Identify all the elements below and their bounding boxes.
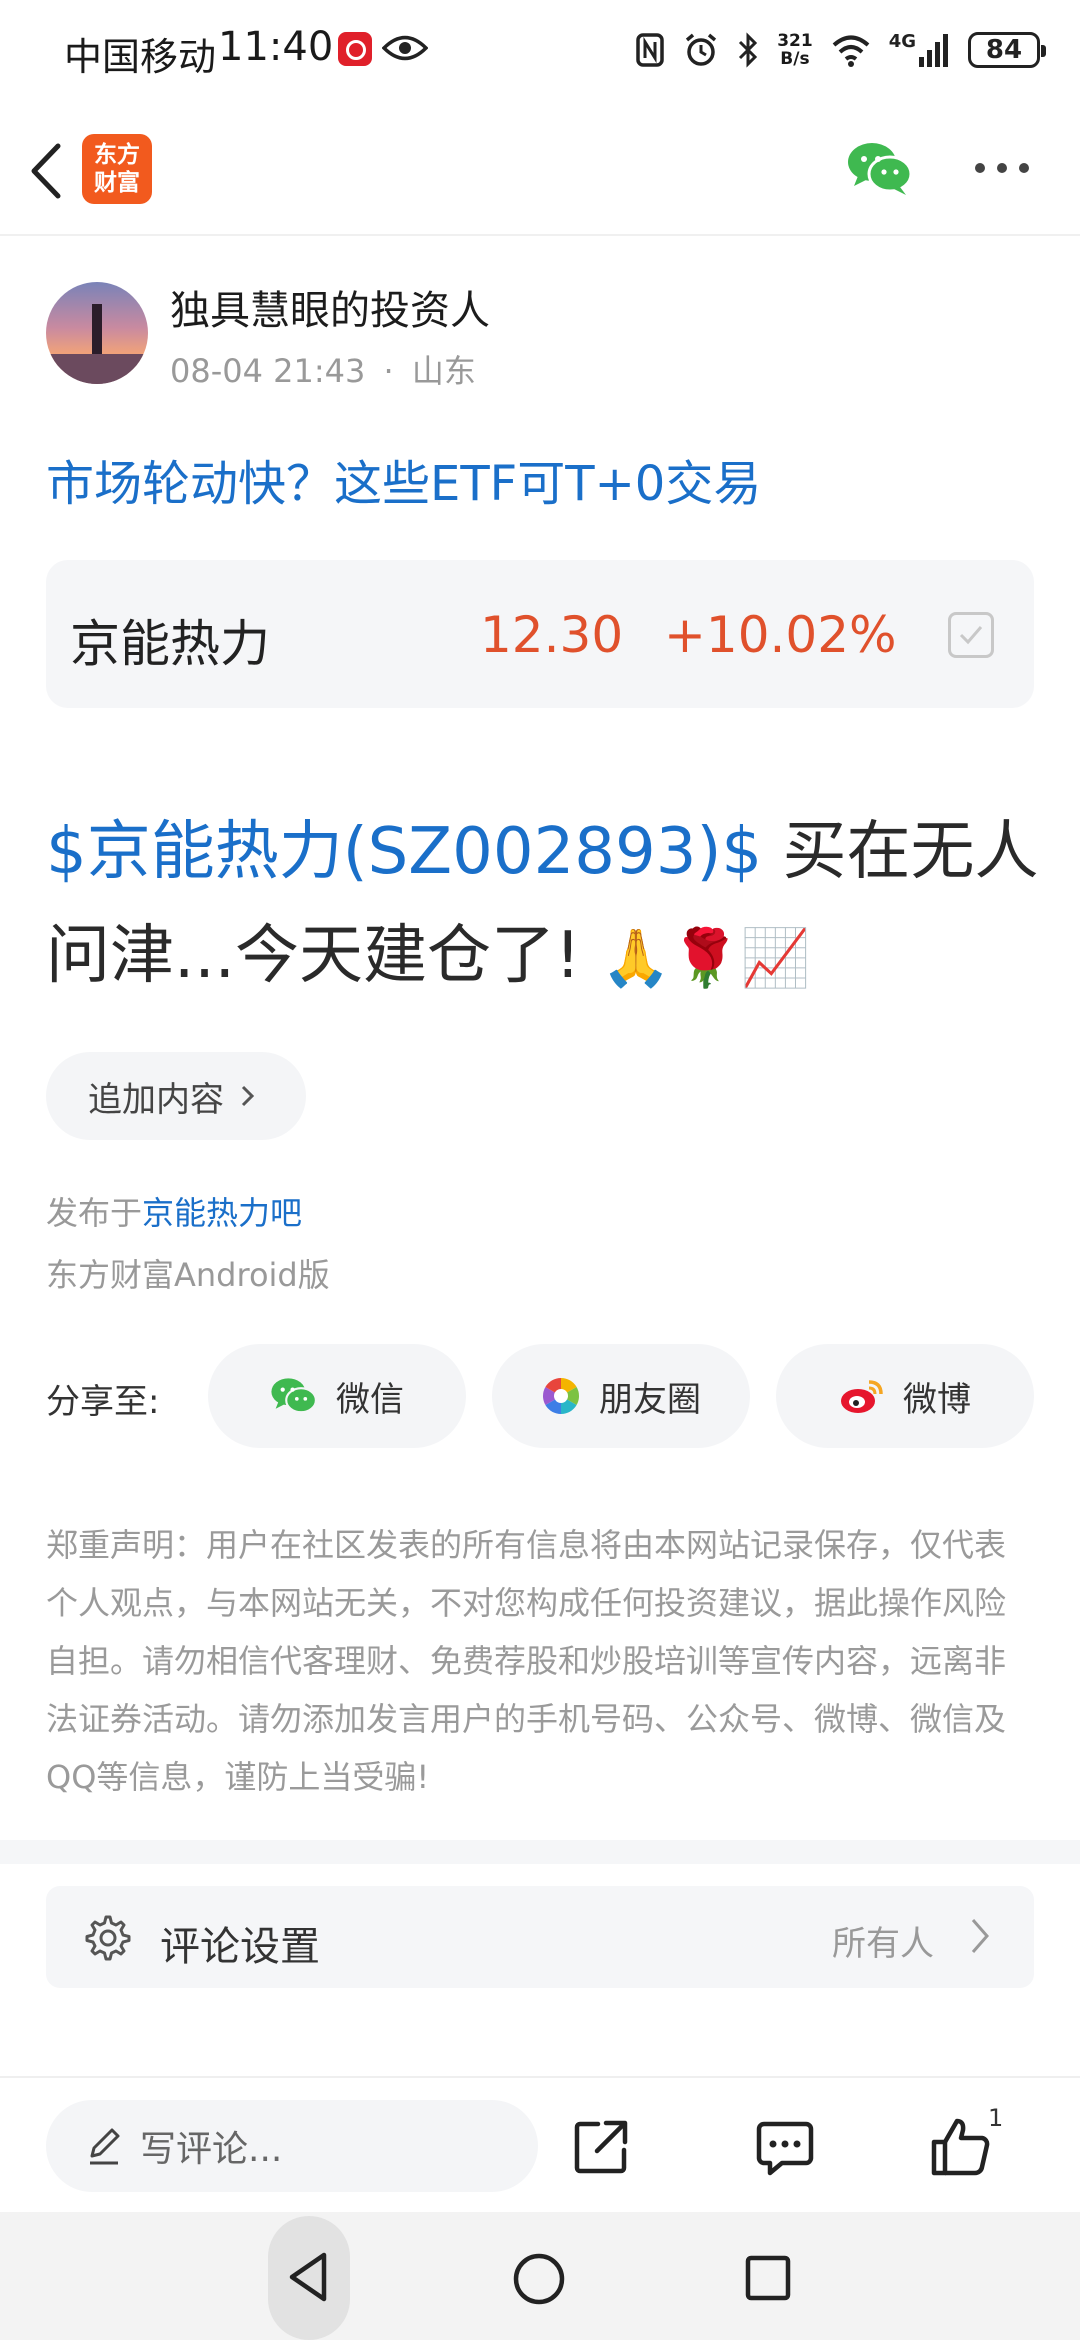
- stock-quote-card[interactable]: 京能热力 12.30 +10.02%: [46, 560, 1034, 708]
- notification-app-icon: [338, 32, 372, 66]
- stock-tag-link[interactable]: $京能热力(SZ002893)$: [46, 815, 762, 889]
- stock-price: 12.30: [480, 606, 624, 664]
- share-wechat-label: 微信: [336, 1379, 404, 1420]
- wifi-icon: [832, 35, 870, 67]
- chevron-right-icon: [241, 1085, 255, 1107]
- add-content-label: 追加内容: [88, 1079, 224, 1120]
- eye-icon: [382, 35, 428, 61]
- add-content-button[interactable]: 追加内容: [46, 1052, 306, 1140]
- wechat-icon: [271, 1378, 317, 1414]
- system-home-icon[interactable]: [512, 2252, 566, 2306]
- post-body: $京能热力(SZ002893)$ 买在无人问津...今天建仓了! 🙏🌹📈: [46, 800, 1046, 1011]
- comment-settings-label: 评论设置: [160, 1924, 320, 1970]
- stock-change: +10.02%: [664, 606, 897, 664]
- logo-line2: 财富: [94, 170, 140, 196]
- cell-signal: 4G: [889, 33, 950, 67]
- check-icon: [959, 626, 983, 645]
- net-speed-value: 321: [777, 31, 813, 51]
- post-title-link[interactable]: 市场轮动快？这些ETF可T+0交易: [46, 444, 761, 514]
- share-weibo-button[interactable]: 微博: [776, 1344, 1034, 1448]
- weibo-icon: [841, 1380, 883, 1413]
- share-moments-button[interactable]: 朋友圈: [492, 1344, 750, 1448]
- status-bar: 中国移动 11:40 321 B/s 4G 84: [0, 0, 1080, 100]
- avatar[interactable]: [46, 282, 148, 384]
- back-arrow-icon[interactable]: [20, 136, 80, 206]
- net-speed-unit: B/s: [780, 49, 810, 69]
- like-thumb-icon[interactable]: [930, 2116, 992, 2178]
- gear-icon: [85, 1915, 131, 1961]
- stock-name: 京能热力: [70, 615, 270, 673]
- clock: 11:40: [218, 24, 334, 70]
- post-emojis: 🙏🌹📈: [601, 926, 811, 991]
- add-watchlist-checkbox[interactable]: [948, 612, 994, 658]
- published-in: 发布于京能热力吧: [46, 1188, 302, 1234]
- share-label: 分享至:: [46, 1382, 160, 1422]
- wechat-share-icon[interactable]: [846, 140, 914, 196]
- client-source: 东方财富Android版: [46, 1256, 330, 1294]
- comment-settings-row[interactable]: 评论设置 所有人: [46, 1886, 1034, 1988]
- chevron-right-icon: [971, 1919, 989, 1953]
- comments-icon[interactable]: [756, 2120, 814, 2176]
- post-datetime: 08-04 21:43: [170, 352, 366, 390]
- forum-link[interactable]: 京能热力吧: [142, 1194, 302, 1232]
- share-weibo-label: 微博: [903, 1379, 971, 1420]
- logo-line1: 东方: [94, 142, 140, 168]
- comment-input[interactable]: 写评论...: [46, 2100, 538, 2192]
- system-back-icon[interactable]: [284, 2250, 334, 2304]
- more-options-icon[interactable]: [972, 160, 1032, 176]
- post-location: 山东: [411, 352, 476, 390]
- system-nav-bar: [0, 2212, 1080, 2340]
- share-external-icon[interactable]: [572, 2118, 630, 2176]
- section-divider: [0, 1840, 1080, 1864]
- share-wechat-button[interactable]: 微信: [208, 1344, 466, 1448]
- net-speed: 321 B/s: [777, 32, 813, 68]
- status-icons: 321 B/s 4G 84: [635, 26, 1046, 74]
- comment-settings-value: 所有人: [832, 1924, 934, 1964]
- like-count: 1: [988, 2104, 1004, 2132]
- eastmoney-logo[interactable]: 东方 财富: [82, 134, 152, 204]
- bluetooth-icon: [739, 32, 758, 68]
- published-prefix: 发布于: [46, 1194, 143, 1232]
- author-name[interactable]: 独具慧眼的投资人: [170, 278, 490, 336]
- moments-icon: [542, 1378, 580, 1414]
- pencil-icon: [90, 2128, 120, 2165]
- share-moments-label: 朋友圈: [599, 1379, 701, 1420]
- bottom-action-bar: 写评论... 1: [0, 2076, 1080, 2212]
- carrier-label: 中国移动: [64, 35, 217, 79]
- network-type: 4G: [888, 31, 916, 52]
- meta-separator: ·: [383, 352, 394, 390]
- top-nav: 东方 财富: [0, 100, 1080, 236]
- battery-indicator: 84: [968, 32, 1046, 68]
- system-recents-icon[interactable]: [744, 2254, 792, 2302]
- disclaimer-text: 郑重声明：用户在社区发表的所有信息将由本网站记录保存，仅代表个人观点，与本网站无…: [46, 1526, 1007, 1796]
- comment-placeholder: 写评论...: [140, 2129, 283, 2170]
- post-meta: 08-04 21:43 · 山东: [170, 346, 476, 392]
- signal-bars-icon: [919, 34, 948, 67]
- nfc-icon: [636, 33, 664, 67]
- alarm-icon: [686, 33, 717, 66]
